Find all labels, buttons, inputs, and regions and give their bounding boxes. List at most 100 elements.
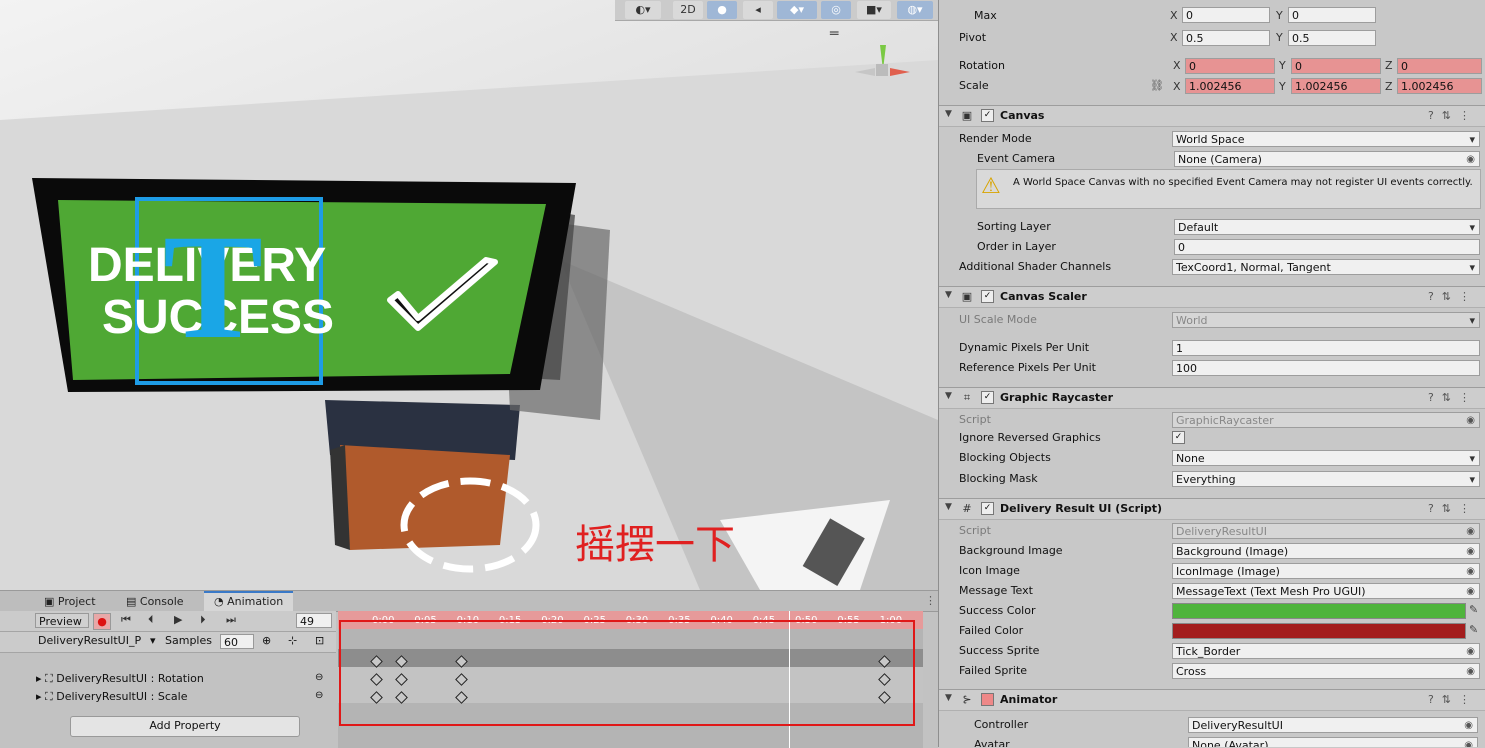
gizmos-icon[interactable]: ◍▾ [897, 1, 933, 19]
rotation-y-field[interactable]: 0 [1291, 58, 1381, 74]
max-label: Max [974, 9, 997, 22]
render-mode-label: Render Mode [959, 132, 1032, 145]
delivery-enabled-checkbox[interactable]: ✓ [981, 502, 994, 515]
rotation-x-field[interactable]: 0 [1185, 58, 1275, 74]
tab-animation[interactable]: ◔ Animation [204, 591, 294, 611]
eyedropper-icon[interactable]: ✎ [1469, 623, 1478, 636]
component-menu-icons[interactable]: ?⇅⋮ [1428, 109, 1478, 122]
lighting-toggle-icon[interactable]: ● [707, 1, 737, 19]
raycaster-enabled-checkbox[interactable]: ✓ [981, 391, 994, 404]
axis-x: X [1170, 9, 1178, 22]
fold-arrow-icon[interactable]: ▼ [945, 109, 952, 119]
play-icon[interactable]: ▶ [174, 613, 182, 626]
rotation-label: Rotation [959, 59, 1006, 72]
add-keyframe-icon[interactable]: ⊕ [262, 634, 271, 647]
scale-y-field[interactable]: 1.002456 [1291, 78, 1381, 94]
message-text-field[interactable]: MessageText (Text Mesh Pro UGUI) [1172, 583, 1480, 599]
scene-menu-icon[interactable]: ═ [830, 26, 838, 42]
avatar-field[interactable]: None (Avatar) [1188, 737, 1478, 747]
rotation-z-field[interactable]: 0 [1397, 58, 1482, 74]
add-marker-icon[interactable]: ⊡ [315, 634, 324, 647]
axis-y: Y [1279, 80, 1286, 93]
last-key-icon[interactable]: ⏭ [226, 613, 236, 627]
ignore-reversed-checkbox[interactable]: ✓ [1172, 431, 1185, 444]
samples-field[interactable]: 60 [220, 634, 254, 649]
scale-curve-icon[interactable]: ⊖ [315, 690, 323, 701]
failed-color-swatch[interactable] [1172, 623, 1466, 639]
ignore-reversed-label: Ignore Reversed Graphics [959, 431, 1101, 444]
add-property-button[interactable]: Add Property [70, 716, 300, 737]
animator-header[interactable]: ▼ ⊱ Animator ?⇅⋮ [939, 689, 1485, 711]
fold-arrow-icon[interactable]: ▼ [945, 391, 952, 401]
controller-field[interactable]: DeliveryResultUI [1188, 717, 1478, 733]
fold-arrow-icon[interactable]: ▼ [945, 502, 952, 512]
scale-x-field[interactable]: 1.002456 [1185, 78, 1275, 94]
property-row-rotation[interactable]: ▸ ⛶ DeliveryResultUI : Rotation [36, 670, 204, 688]
dpu-field[interactable]: 1 [1172, 340, 1480, 356]
rotation-curve-icon[interactable]: ⊖ [315, 672, 323, 683]
effects-toggle-icon[interactable]: ◆▾ [777, 1, 817, 19]
scale-z-field[interactable]: 1.002456 [1397, 78, 1482, 94]
fold-arrow-icon[interactable]: ▼ [945, 693, 952, 703]
shader-channels-dropdown[interactable]: TexCoord1, Normal, Tangent [1172, 259, 1480, 275]
tab-console[interactable]: ▤ Console [126, 593, 184, 611]
success-sprite-field[interactable]: Tick_Border [1172, 643, 1480, 659]
component-menu-icons[interactable]: ?⇅⋮ [1428, 290, 1478, 303]
rppu-field[interactable]: 100 [1172, 360, 1480, 376]
tab-menu-icon[interactable]: ⋮ [925, 594, 936, 607]
component-menu-icons[interactable]: ?⇅⋮ [1428, 391, 1478, 404]
tab-project[interactable]: ▣ Project [44, 593, 96, 611]
canvas-enabled-checkbox[interactable]: ✓ [981, 109, 994, 122]
canvas-header[interactable]: ▼ ▣ ✓ Canvas ?⇅⋮ [939, 105, 1485, 127]
hidden-objects-icon[interactable]: ◎ [821, 1, 851, 19]
mode-2d-button[interactable]: 2D [673, 1, 703, 19]
property-row-scale[interactable]: ▸ ⛶ DeliveryResultUI : Scale [36, 688, 187, 706]
icon-image-field[interactable]: IconImage (Image) [1172, 563, 1480, 579]
component-menu-icons[interactable]: ?⇅⋮ [1428, 502, 1478, 515]
fold-arrow-icon[interactable]: ▼ [945, 290, 952, 300]
background-image-field[interactable]: Background (Image) [1172, 543, 1480, 559]
prev-key-icon[interactable]: ⏴ [148, 613, 154, 627]
preview-button[interactable]: Preview [35, 613, 89, 628]
render-mode-dropdown[interactable]: World Space [1172, 131, 1480, 147]
record-icon[interactable]: ● [93, 613, 111, 630]
next-key-icon[interactable]: ⏵ [200, 613, 206, 627]
animator-enabled-checkbox[interactable] [981, 693, 994, 706]
component-title: Delivery Result UI (Script) [1000, 502, 1163, 515]
max-x-field[interactable]: 0 [1182, 7, 1270, 23]
pivot-x-field[interactable]: 0.5 [1182, 30, 1270, 46]
axis-y: Y [1279, 59, 1286, 72]
frame-field[interactable]: 49 [296, 613, 332, 628]
max-y-field[interactable]: 0 [1288, 7, 1376, 23]
success-color-swatch[interactable] [1172, 603, 1466, 619]
blocking-mask-dropdown[interactable]: Everything [1172, 471, 1480, 487]
canvas-scaler-header[interactable]: ▼ ▣ ✓ Canvas Scaler ?⇅⋮ [939, 286, 1485, 308]
canvas-scaler-enabled-checkbox[interactable]: ✓ [981, 290, 994, 303]
blocking-objects-dropdown[interactable]: None [1172, 450, 1480, 466]
order-field[interactable]: 0 [1174, 239, 1480, 255]
event-camera-label: Event Camera [977, 152, 1056, 165]
audio-toggle-icon[interactable]: ◂ [743, 1, 773, 19]
failed-sprite-field[interactable]: Cross [1172, 663, 1480, 679]
sorting-layer-dropdown[interactable]: Default [1174, 219, 1480, 235]
shader-channels-label: Additional Shader Channels [959, 260, 1112, 273]
shading-mode-button[interactable]: ◐▾ [625, 1, 661, 19]
eyedropper-icon[interactable]: ✎ [1469, 603, 1478, 616]
dpu-label: Dynamic Pixels Per Unit [959, 341, 1090, 354]
clip-dropdown-chevron-icon[interactable]: ▾ [150, 634, 156, 647]
sorting-layer-label: Sorting Layer [977, 220, 1051, 233]
component-menu-icons[interactable]: ?⇅⋮ [1428, 693, 1478, 706]
add-event-icon[interactable]: ⊹ [288, 634, 297, 647]
pivot-y-field[interactable]: 0.5 [1288, 30, 1376, 46]
warning-text: A World Space Canvas with no specified E… [1013, 177, 1473, 188]
first-key-icon[interactable]: ⏮ [121, 613, 131, 627]
raycaster-header[interactable]: ▼ ⌗ ✓ Graphic Raycaster ?⇅⋮ [939, 387, 1485, 409]
camera-settings-icon[interactable]: ■▾ [857, 1, 891, 19]
clip-dropdown[interactable]: DeliveryResultUI_P [38, 634, 141, 647]
delivery-result-header[interactable]: ▼ # ✓ Delivery Result UI (Script) ?⇅⋮ [939, 498, 1485, 520]
canvas-scaler-icon: ▣ [961, 290, 973, 303]
constrain-link-icon[interactable]: ⛓ [1150, 79, 1164, 92]
scene-view[interactable]: DELIVERY SUCCESS T ◐▾ 2D ● ◂ ◆▾ ◎ ■▾ ◍▾ … [0, 0, 938, 590]
failed-color-label: Failed Color [959, 624, 1024, 637]
event-camera-field[interactable]: None (Camera) [1174, 151, 1480, 167]
